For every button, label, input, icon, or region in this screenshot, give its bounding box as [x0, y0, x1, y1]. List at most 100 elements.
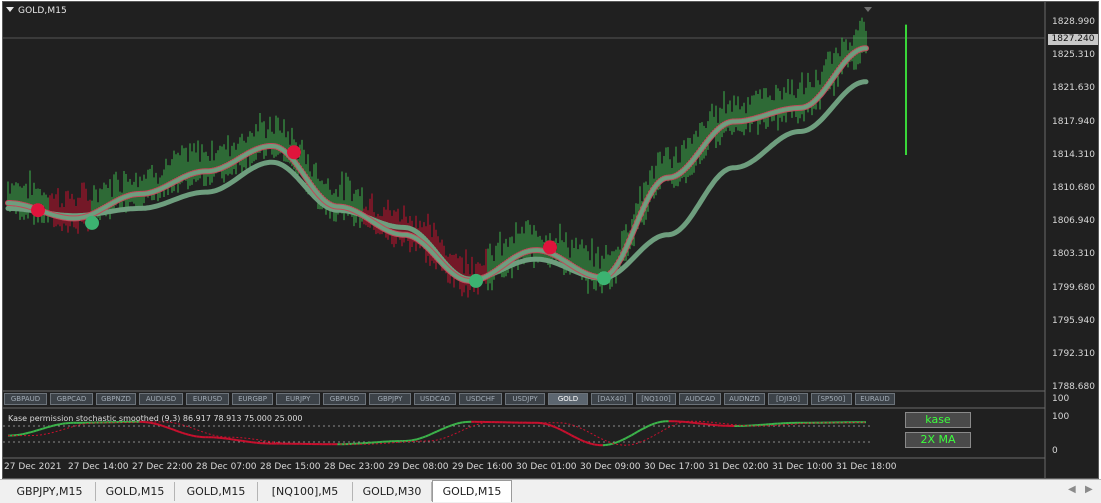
symbol-button[interactable]: GBPNZD [96, 393, 136, 405]
stochastic-line [59, 422, 63, 426]
chart-tab[interactable]: GOLD,M15 [175, 482, 258, 501]
symbol-button[interactable]: [NQ100] [636, 393, 676, 405]
symbol-button[interactable]: EURUSD [186, 393, 229, 405]
time-tick-label: 27 Dec 14:00 [68, 462, 129, 472]
price-tick-label: 1828.990 [1052, 17, 1095, 27]
symbol-button[interactable]: AUDCAD [679, 393, 721, 405]
symbol-button[interactable]: EURAUD [855, 393, 895, 405]
symbol-button[interactable]: GBPAUD [4, 393, 47, 405]
stochastic-line [170, 427, 175, 431]
stochastic-line [548, 423, 552, 427]
time-tick-label: 27 Dec 2021 [4, 462, 62, 472]
stochastic-line [628, 434, 632, 438]
chart-title: GOLD,M15 [6, 6, 67, 16]
symbol-button[interactable]: GOLD [548, 393, 588, 405]
stochastic-line [565, 431, 570, 435]
stochastic-line [542, 422, 546, 425]
indicator-scale-top: 100 [1052, 412, 1070, 422]
time-tick-label: 31 Dec 02:00 [708, 462, 769, 472]
symbol-button[interactable]: USDCHF [459, 393, 502, 405]
symbol-button[interactable]: EURGBP [232, 393, 273, 405]
stochastic-line [185, 432, 189, 436]
stochastic-line [56, 423, 60, 426]
stochastic-line [585, 441, 589, 444]
time-tick-label: 28 Dec 23:00 [324, 462, 385, 472]
stochastic-line [24, 431, 29, 435]
stochastic-line [425, 434, 429, 438]
stochastic-line [433, 430, 438, 434]
tab-scroll-left-icon[interactable]: ◀ [1068, 484, 1076, 495]
price-tick-label: 1817.940 [1052, 116, 1095, 127]
stochastic-line [164, 425, 169, 429]
symbol-button[interactable]: USDJPY [505, 393, 545, 405]
stochastic-line [659, 420, 664, 423]
time-tick-label: 28 Dec 07:00 [196, 462, 257, 472]
symbol-button[interactable]: GBPCAD [50, 393, 93, 405]
stochastic-line [559, 428, 564, 432]
stochastic-line [173, 428, 178, 432]
tab-scroll-right-icon[interactable]: ▶ [1085, 484, 1093, 495]
stochastic-line [642, 426, 647, 430]
stochastic-line [190, 434, 195, 437]
chart-tab[interactable]: GOLD,M15 [96, 482, 175, 501]
stochastic-line [608, 443, 612, 446]
stochastic-line [439, 427, 444, 432]
stochastic-line [591, 442, 595, 446]
symbol-button[interactable]: GBPUSD [323, 393, 366, 405]
chart-tab[interactable]: [NQ100],M5 [258, 482, 353, 501]
price-tick-label: 1803.310 [1052, 249, 1095, 260]
stochastic-line [445, 425, 449, 429]
stochastic-line [553, 425, 558, 429]
price-tick-label: 1821.630 [1052, 83, 1095, 94]
stochastic-line [182, 431, 186, 435]
symbol-button[interactable]: [DAX40] [591, 393, 633, 405]
stochastic-line [573, 435, 578, 440]
chart-title-text: GOLD,M15 [18, 6, 67, 16]
stochastic-line [22, 432, 26, 436]
stochastic-line [639, 427, 644, 432]
stochastic-line [551, 424, 555, 428]
stochastic-line [556, 427, 561, 431]
stochastic-line [419, 436, 423, 440]
indicator-scale-bottom: 0 [1052, 446, 1058, 456]
stochastic-line [579, 438, 584, 442]
symbol-button[interactable]: GBPJPY [369, 393, 411, 405]
time-tick-label: 29 Dec 16:00 [452, 462, 513, 472]
stochastic-line [179, 430, 183, 434]
symbol-button[interactable]: USDCAD [414, 393, 456, 405]
symbol-button[interactable]: AUDNZD [724, 393, 765, 405]
symbol-button[interactable]: [SP500] [811, 393, 852, 405]
stochastic-line [19, 433, 23, 436]
stochastic-line [545, 423, 549, 426]
chart-tab[interactable]: GOLD,M30 [353, 482, 432, 501]
ma-button[interactable]: 2X MA [905, 432, 971, 448]
stochastic-line [448, 424, 452, 428]
stochastic-line [44, 426, 49, 429]
mt4-terminal: GOLD,M15 1828.990 1825.310 1821.630 1817.94… [0, 0, 1101, 503]
chart-menu-icon[interactable] [6, 7, 14, 12]
stochastic-line [576, 437, 581, 441]
stochastic-line [631, 432, 635, 437]
symbol-button[interactable]: AUDUSD [139, 393, 183, 405]
stochastic-line [156, 423, 160, 426]
stochastic-line [176, 429, 180, 433]
stochastic-line [645, 425, 650, 429]
stochastic-line [233, 438, 237, 442]
stochastic-line [187, 433, 192, 437]
chart-tab[interactable]: GOLD,M15 [432, 480, 512, 502]
stochastic-line [30, 430, 34, 434]
indicator-scale-max: 100 [1052, 394, 1070, 404]
stochastic-line [622, 437, 627, 441]
chart-tab[interactable]: GBPJPY,M15 [4, 482, 96, 501]
stochastic-line [167, 426, 172, 430]
stochastic-line [416, 437, 421, 441]
stochastic-line [588, 442, 592, 445]
stochastic-line [162, 424, 166, 428]
symbol-button[interactable]: EURJPY [276, 393, 320, 405]
stochastic-line [153, 422, 157, 426]
symbol-button-bar: GBPAUD GBPCAD GBPNZD AUDUSD EURUSD EURGBP EURJ… [4, 393, 1044, 406]
stochastic-line [656, 421, 661, 424]
symbol-button[interactable]: [DJI30] [768, 393, 808, 405]
kase-button[interactable]: kase [905, 412, 971, 428]
stochastic-line [459, 421, 463, 424]
